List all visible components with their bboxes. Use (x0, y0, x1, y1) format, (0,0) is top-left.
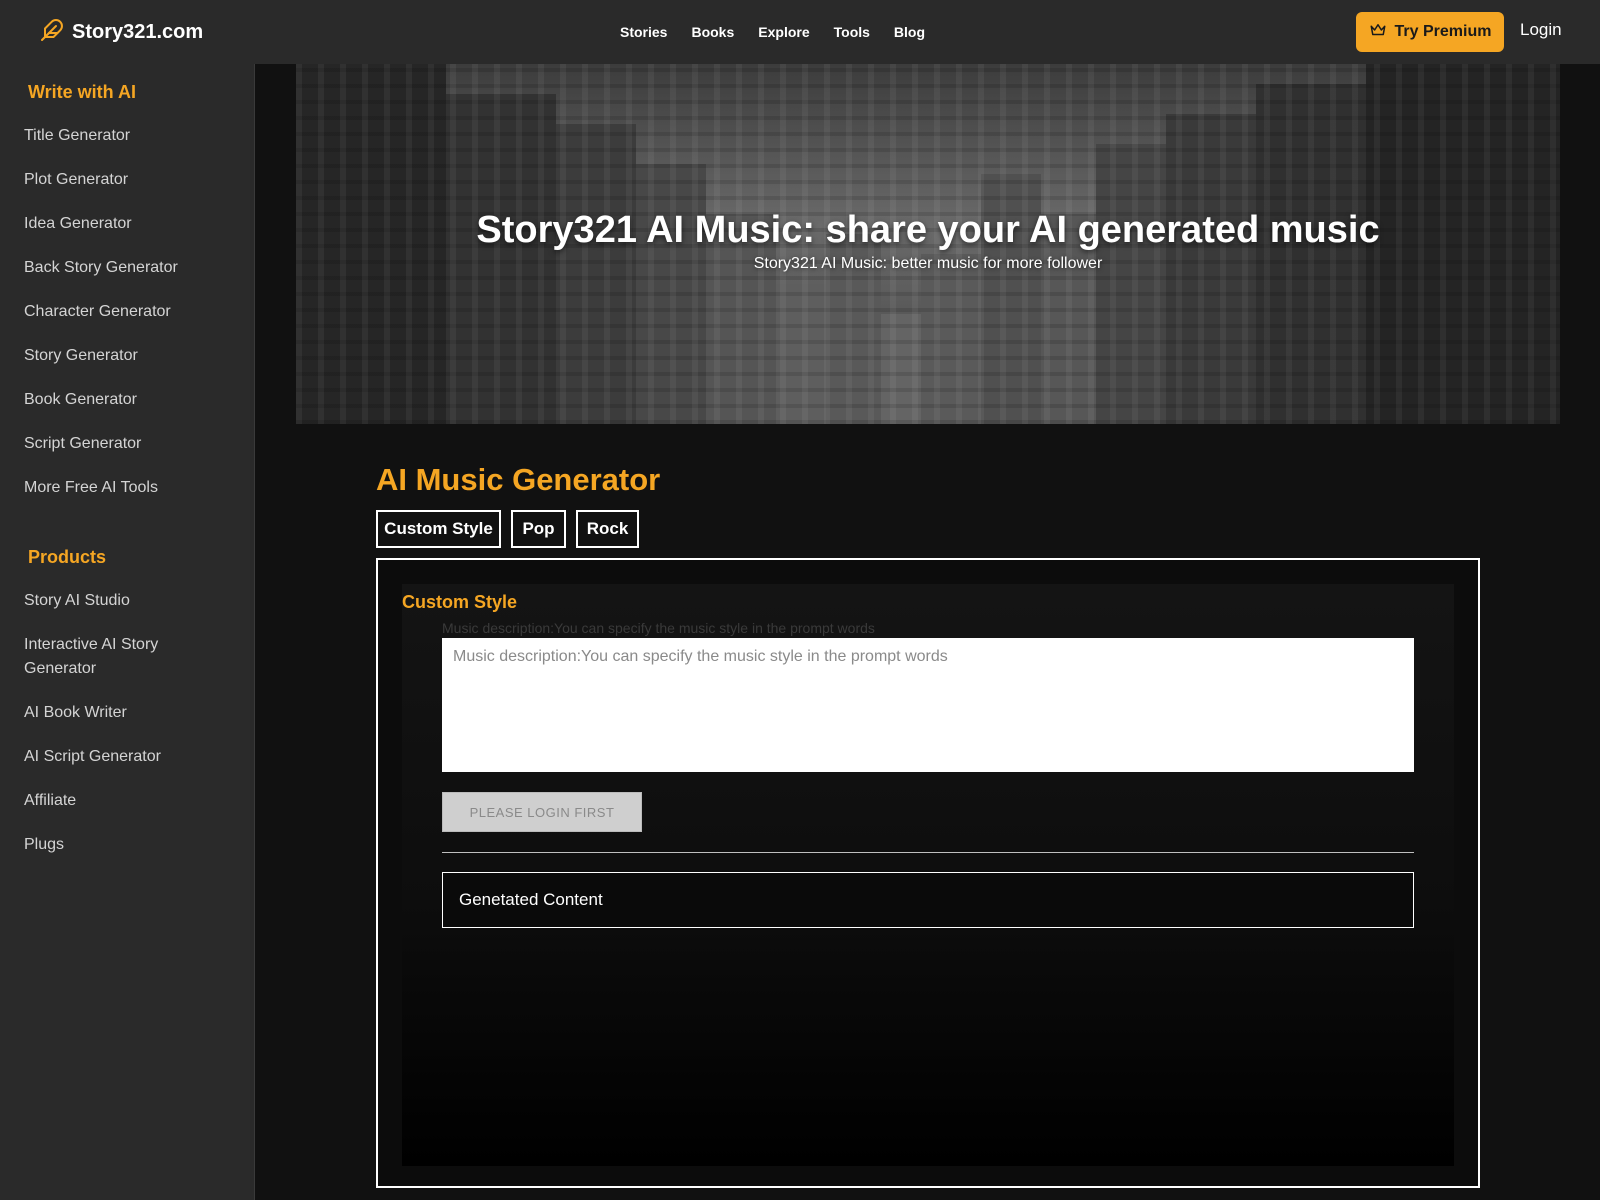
divider (442, 852, 1414, 853)
sidebar-item-affiliate[interactable]: Affiliate (24, 789, 224, 813)
try-premium-label: Try Premium (1394, 23, 1492, 40)
music-description-label: Music description:You can specify the mu… (442, 620, 875, 636)
tab-rock[interactable]: Rock (576, 510, 639, 548)
sidebar-item-more-free-ai-tools[interactable]: More Free AI Tools (24, 476, 224, 500)
login-link[interactable]: Login (1520, 20, 1562, 40)
please-login-button[interactable]: PLEASE LOGIN FIRST (442, 792, 642, 832)
try-premium-button[interactable]: Try Premium (1356, 12, 1504, 52)
sidebar-item-ai-script-generator[interactable]: AI Script Generator (24, 745, 224, 769)
hero-subtitle: Story321 AI Music: better music for more… (753, 255, 1103, 272)
nav-tools[interactable]: Tools (834, 24, 870, 40)
sidebar-item-ai-book-writer[interactable]: AI Book Writer (24, 701, 224, 725)
sidebar-item-idea-generator[interactable]: Idea Generator (24, 212, 224, 236)
hero-title: Story321 AI Music: share your AI generat… (476, 209, 1380, 251)
nav-blog[interactable]: Blog (894, 24, 925, 40)
brand-name: Story321.com (72, 21, 204, 43)
sidebar-item-title-generator[interactable]: Title Generator (24, 124, 224, 148)
main-nav: Stories Books Explore Tools Blog (620, 0, 925, 64)
crown-icon (1369, 21, 1387, 44)
top-navbar: Story321.com Stories Books Explore Tools… (0, 0, 1600, 64)
sidebar-item-plugs[interactable]: Plugs (24, 833, 224, 857)
nav-explore[interactable]: Explore (758, 24, 809, 40)
sidebar: Write with AI Title Generator Plot Gener… (0, 64, 255, 1200)
nav-stories[interactable]: Stories (620, 24, 667, 40)
generated-content-box: Genetated Content (442, 872, 1414, 928)
sidebar-item-character-generator[interactable]: Character Generator (24, 300, 224, 324)
custom-style-panel: Custom Style Music description:You can s… (376, 558, 1480, 1188)
hero-banner: Story321 AI Music: share your AI generat… (296, 64, 1560, 424)
custom-style-form: Custom Style Music description:You can s… (402, 584, 1454, 1166)
generated-content-label: Genetated Content (459, 890, 603, 909)
sidebar-item-back-story-generator[interactable]: Back Story Generator (24, 256, 224, 280)
music-description-input[interactable] (442, 638, 1414, 772)
sidebar-heading-write: Write with AI (28, 82, 136, 102)
feather-icon (40, 18, 64, 47)
sidebar-item-interactive-ai-story-generator[interactable]: Interactive AI Story Generator (24, 633, 189, 681)
tab-pop[interactable]: Pop (511, 510, 566, 548)
brand-logo[interactable]: Story321.com (40, 18, 203, 47)
sidebar-item-book-generator[interactable]: Book Generator (24, 388, 224, 412)
sidebar-item-script-generator[interactable]: Script Generator (24, 432, 224, 456)
panel-title: Custom Style (402, 592, 518, 612)
page-title: AI Music Generator (376, 462, 661, 497)
nav-books[interactable]: Books (691, 24, 734, 40)
sidebar-item-plot-generator[interactable]: Plot Generator (24, 168, 224, 192)
tab-custom-style[interactable]: Custom Style (376, 510, 501, 548)
sidebar-item-story-generator[interactable]: Story Generator (24, 344, 224, 368)
sidebar-item-story-ai-studio[interactable]: Story AI Studio (24, 589, 224, 613)
sidebar-heading-products: Products (28, 547, 107, 567)
